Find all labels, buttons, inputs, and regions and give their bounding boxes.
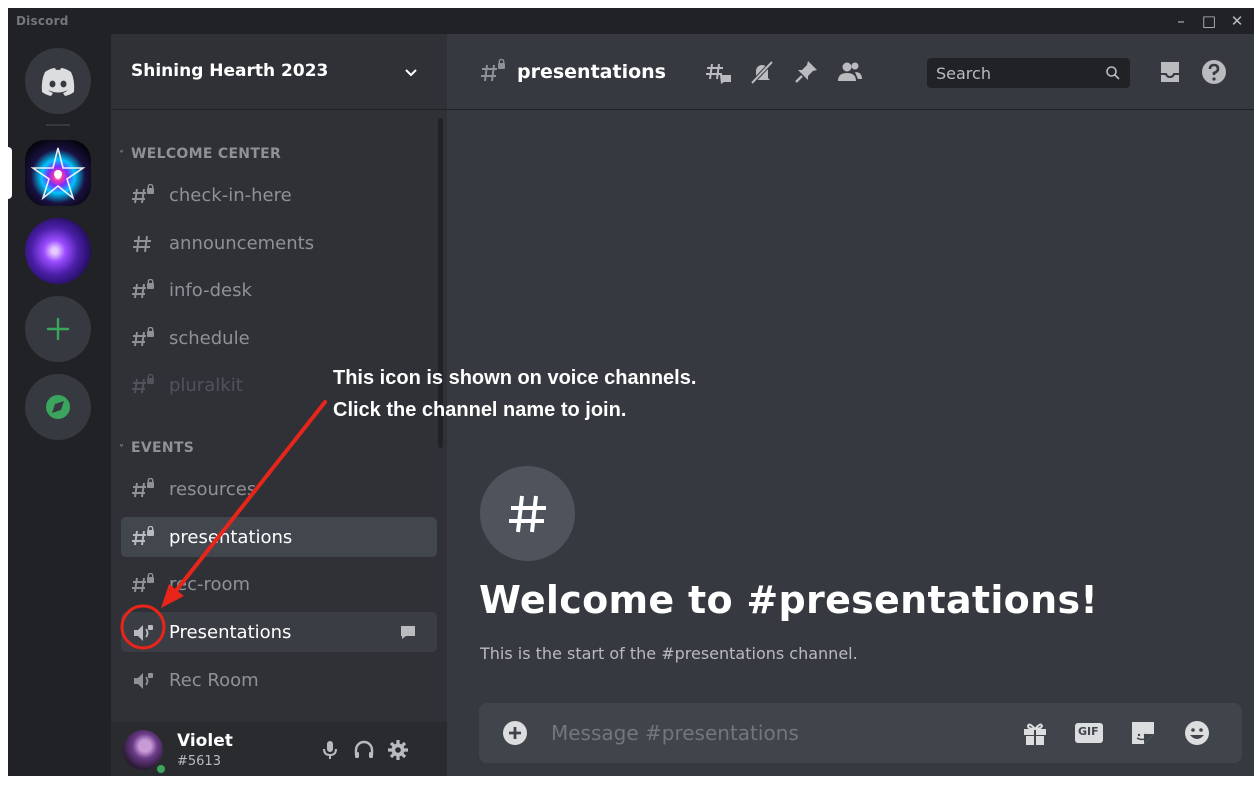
locked-text-channel-icon xyxy=(132,184,154,204)
plus-icon xyxy=(46,317,70,341)
channel-resources[interactable]: resources xyxy=(121,469,437,509)
gift-icon[interactable] xyxy=(1019,717,1051,749)
caret-icon: ˅ xyxy=(119,150,125,161)
search-input[interactable] xyxy=(927,58,1097,88)
caret-icon: ˅ xyxy=(119,444,125,455)
channel-label: check-in-here xyxy=(169,185,292,206)
microphone-icon[interactable] xyxy=(317,737,343,763)
channel-rec-room[interactable]: rec-room xyxy=(121,564,437,604)
add-server-button[interactable] xyxy=(25,296,91,362)
welcome-title: Welcome to #presentations! xyxy=(479,578,1098,622)
user-tag: #5613 xyxy=(177,754,221,769)
emoji-icon[interactable] xyxy=(1181,717,1213,749)
server-home[interactable] xyxy=(25,48,91,114)
locked-text-channel-icon xyxy=(132,526,154,546)
notification-muted-icon[interactable] xyxy=(747,57,777,87)
sticker-icon[interactable] xyxy=(1127,717,1159,749)
channel-header: presentations xyxy=(447,34,1254,110)
star-logo-icon xyxy=(30,147,86,201)
annotation-line-2: Click the channel name to join. xyxy=(333,399,627,421)
username: Violet xyxy=(177,731,233,751)
locked-text-channel-icon xyxy=(132,279,154,299)
channel-schedule[interactable]: schedule xyxy=(121,318,437,358)
category-welcome-center[interactable]: ˅ WELCOME CENTER xyxy=(119,146,281,162)
channel-label: announcements xyxy=(169,233,315,254)
channel-title: presentations xyxy=(517,61,666,83)
chevron-down-icon xyxy=(405,69,417,77)
channel-label: pluralkit xyxy=(169,375,243,396)
locked-text-channel-icon xyxy=(132,573,154,593)
gif-button[interactable]: GIF xyxy=(1073,717,1105,749)
channel-label: presentations xyxy=(169,527,293,548)
welcome-subtitle: This is the start of the #presentations … xyxy=(480,644,858,663)
selected-server-indicator xyxy=(8,147,12,199)
server-divider xyxy=(46,124,70,126)
locked-text-channel-icon xyxy=(481,58,505,82)
explore-servers-button[interactable] xyxy=(25,374,91,440)
channel-label: rec-room xyxy=(169,574,251,595)
inbox-icon[interactable] xyxy=(1155,57,1185,87)
app-brand: Discord xyxy=(16,14,69,28)
search-icon xyxy=(1106,66,1120,80)
annotation-callout: This icon is shown on voice channels. Cl… xyxy=(333,362,696,426)
discord-logo-icon xyxy=(41,68,75,96)
locked-text-channel-icon xyxy=(132,327,154,347)
channel-label: info-desk xyxy=(169,280,252,301)
members-icon[interactable] xyxy=(835,57,865,87)
server-shining-hearth[interactable] xyxy=(25,140,91,206)
search-box[interactable] xyxy=(927,58,1130,88)
open-chat-icon[interactable] xyxy=(399,624,417,640)
title-bar: Discord – □ ✕ xyxy=(8,8,1254,34)
server-rail xyxy=(8,34,111,776)
server-galaxy[interactable] xyxy=(25,218,91,284)
speaker-icon xyxy=(134,625,153,641)
user-panel: Violet #5613 xyxy=(111,722,447,776)
channel-announcements[interactable]: announcements xyxy=(121,223,437,263)
channel-info-desk[interactable]: info-desk xyxy=(121,270,437,310)
channel-check-in-here[interactable]: check-in-here xyxy=(121,175,437,215)
maximize-icon[interactable]: □ xyxy=(1196,10,1222,32)
pin-icon[interactable] xyxy=(791,57,821,87)
server-header[interactable]: Shining Hearth 2023 xyxy=(111,34,447,110)
category-events[interactable]: ˅ EVENTS xyxy=(119,440,194,456)
voice-channel-rec-room[interactable]: Rec Room xyxy=(121,660,437,700)
threads-icon[interactable] xyxy=(703,57,733,87)
locked-text-channel-icon xyxy=(132,374,154,394)
channel-label: Presentations xyxy=(169,622,292,643)
channel-presentations[interactable]: presentations xyxy=(121,517,437,557)
channel-label: Rec Room xyxy=(169,670,259,691)
gear-icon[interactable] xyxy=(385,737,411,763)
channel-avatar xyxy=(480,466,575,561)
locked-text-channel-icon xyxy=(132,478,154,498)
compass-icon xyxy=(46,395,70,419)
voice-channel-presentations[interactable]: Presentations xyxy=(121,612,437,652)
hash-icon xyxy=(509,495,546,533)
headphones-icon[interactable] xyxy=(351,737,377,763)
speaker-icon xyxy=(134,673,153,689)
close-icon[interactable]: ✕ xyxy=(1224,10,1250,32)
text-channel-icon xyxy=(133,235,151,253)
channel-label: schedule xyxy=(169,328,250,349)
message-input[interactable] xyxy=(551,717,1001,749)
server-name: Shining Hearth 2023 xyxy=(131,61,329,81)
channel-label: resources xyxy=(169,479,257,500)
minimize-icon[interactable]: – xyxy=(1168,10,1194,32)
attach-plus-icon[interactable] xyxy=(501,719,529,747)
online-status-indicator xyxy=(154,762,168,776)
help-icon[interactable] xyxy=(1199,57,1229,87)
message-composer: GIF xyxy=(479,703,1242,763)
annotation-line-1: This icon is shown on voice channels. xyxy=(333,367,697,389)
